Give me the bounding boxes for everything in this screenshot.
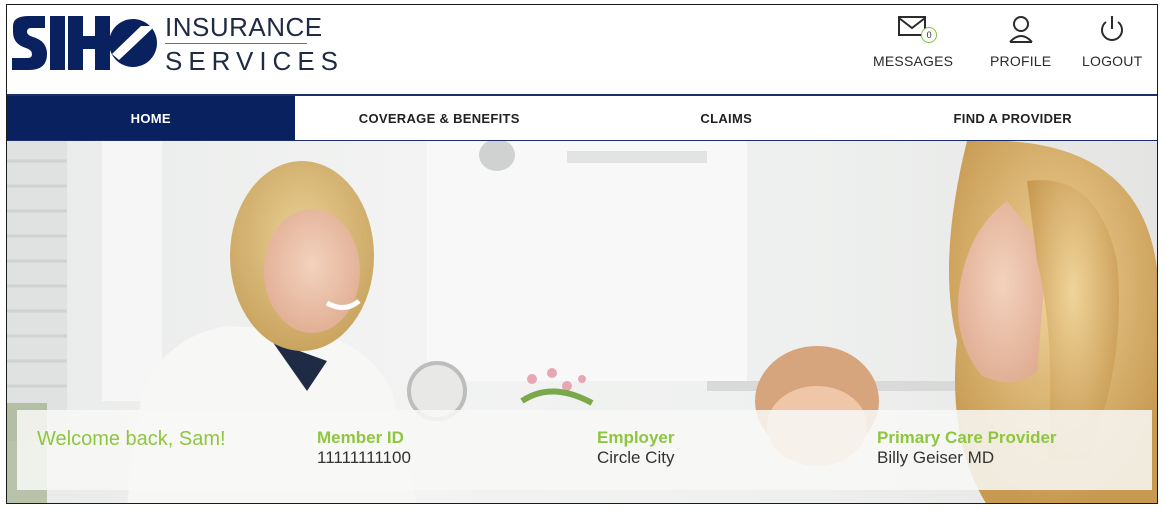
user-icon (1008, 16, 1033, 43)
messages-button[interactable]: 0 MESSAGES (873, 13, 953, 69)
welcome-message: Welcome back, Sam! (37, 428, 226, 450)
nav-item-find-a-provider[interactable]: FIND A PROVIDER (869, 96, 1158, 140)
member-id-field: Member ID 11111111100 (317, 428, 411, 468)
power-icon (1101, 16, 1124, 41)
brand-wordmark: INSURANCE SERVICES (165, 13, 344, 75)
header: INSURANCE SERVICES 0 MESSAGES PROFILE LO… (7, 5, 1157, 94)
hero-banner: Welcome back, Sam! Member ID 11111111100… (7, 141, 1157, 503)
member-info-bar: Welcome back, Sam! Member ID 11111111100… (17, 410, 1152, 490)
brand-line2: SERVICES (165, 46, 345, 76)
brand-line1: INSURANCE (165, 12, 323, 42)
pcp-value[interactable]: Billy Geiser MD (877, 448, 1057, 468)
nav-item-coverage-benefits[interactable]: COVERAGE & BENEFITS (295, 96, 585, 140)
messages-count-badge: 0 (921, 27, 938, 43)
nav-item-claims[interactable]: CLAIMS (584, 96, 869, 140)
nav-item-home[interactable]: HOME (7, 96, 295, 140)
logout-label: LOGOUT (1082, 53, 1143, 69)
member-id-value: 11111111100 (317, 448, 411, 467)
pcp-label: Primary Care Provider (877, 428, 1057, 447)
profile-label: PROFILE (990, 53, 1052, 69)
logout-button[interactable]: LOGOUT (1082, 13, 1142, 69)
employer-field: Employer Circle City (597, 428, 674, 468)
employer-label: Employer (597, 428, 675, 447)
siho-logo-mark (9, 12, 159, 74)
pcp-field: Primary Care Provider Billy Geiser MD (877, 428, 1057, 468)
member-id-label: Member ID (317, 428, 404, 447)
main-nav: HOME COVERAGE & BENEFITS CLAIMS FIND A P… (7, 94, 1157, 141)
messages-label: MESSAGES (873, 53, 954, 69)
app-frame: INSURANCE SERVICES 0 MESSAGES PROFILE LO… (6, 4, 1158, 504)
brand-divider (165, 43, 307, 44)
employer-value: Circle City (597, 448, 675, 467)
profile-button[interactable]: PROFILE (990, 13, 1051, 69)
